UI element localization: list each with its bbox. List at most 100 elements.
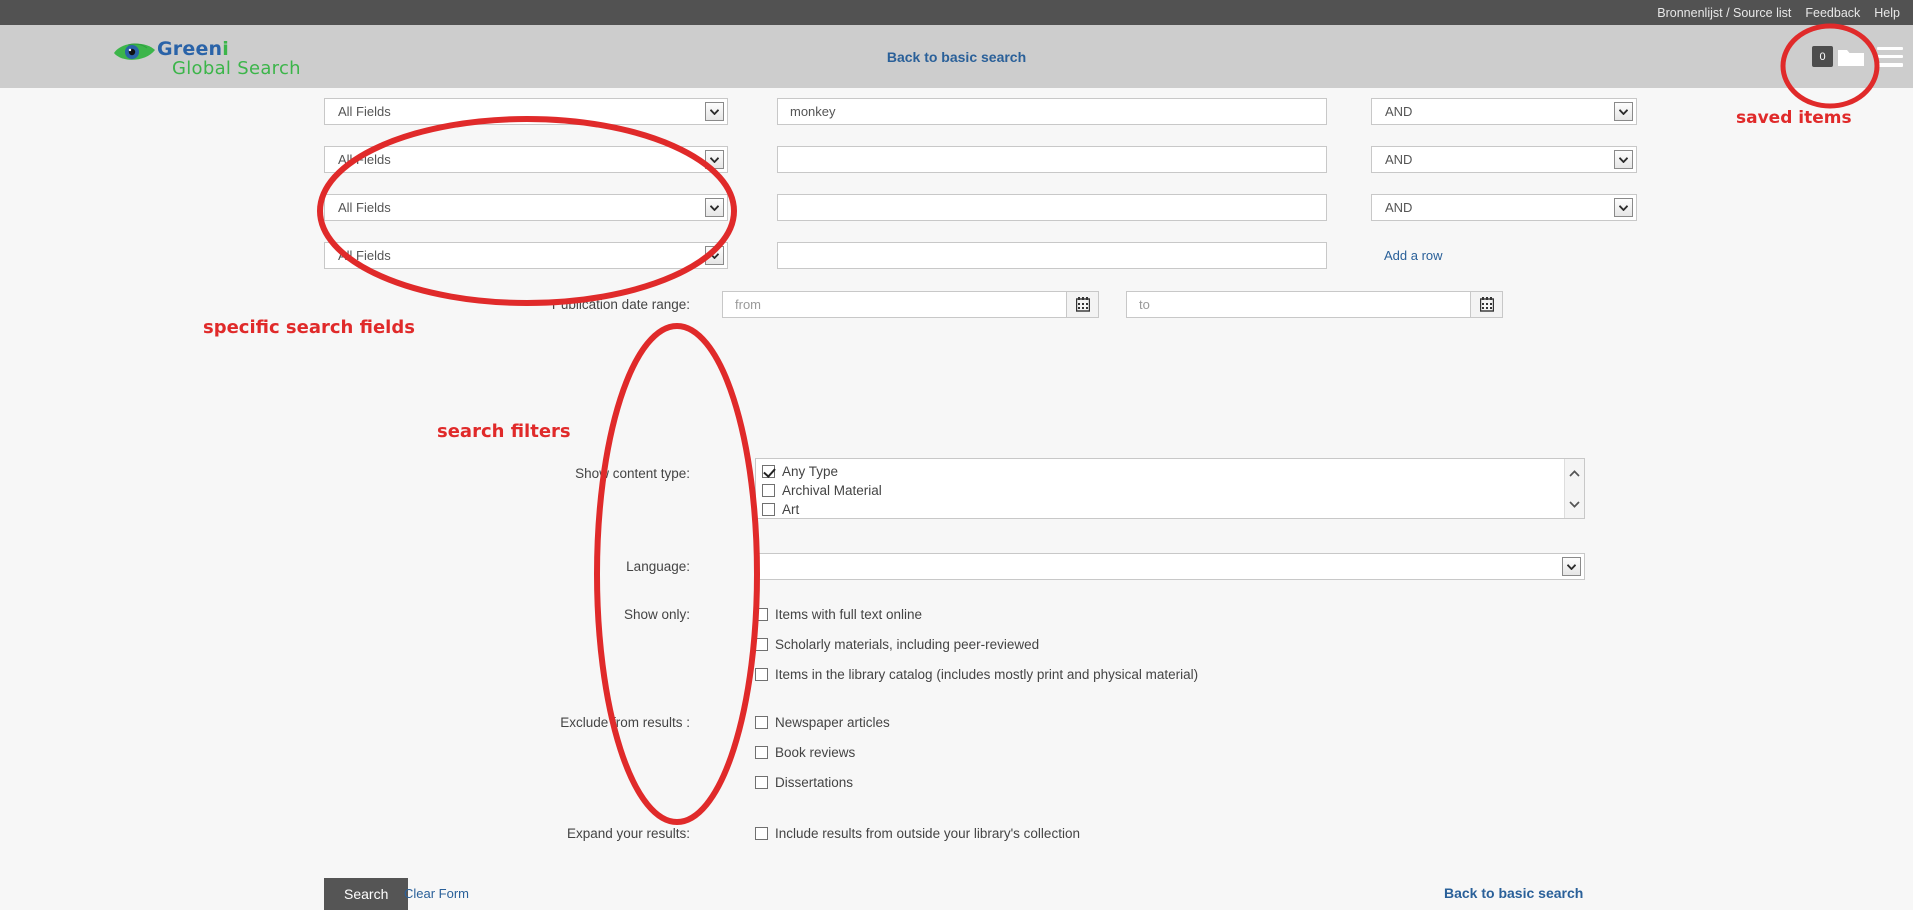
annotation-label-search-filters: search filters <box>437 421 571 442</box>
search-term-input-1[interactable]: monkey <box>777 98 1327 125</box>
header-right-controls: 0 <box>1812 25 1903 88</box>
checkbox-newspaper-articles[interactable] <box>755 716 768 729</box>
operator-select-2-value: AND <box>1385 152 1413 167</box>
checkbox-library-catalog[interactable] <box>755 668 768 681</box>
content-type-option-any-type[interactable]: Any Type <box>756 459 1584 479</box>
operator-select-1-value: AND <box>1385 104 1413 119</box>
content-type-option-label: Any Type <box>782 464 839 479</box>
folder-icon <box>1837 46 1865 68</box>
search-term-input-2[interactable] <box>777 146 1327 173</box>
expand-options: Include results from outside your librar… <box>755 826 1080 841</box>
field-select-2[interactable]: All Fields <box>324 146 728 173</box>
topbar-link-source-list[interactable]: Bronnenlijst / Source list <box>1657 6 1791 20</box>
field-select-3-value: All Fields <box>338 200 391 215</box>
show-only-option-scholarly[interactable]: Scholarly materials, including peer-revi… <box>755 637 1198 652</box>
show-only-option-full-text[interactable]: Items with full text online <box>755 607 1198 622</box>
operator-select-3[interactable]: AND <box>1371 194 1637 221</box>
language-label: Language: <box>626 559 690 574</box>
annotation-label-specific-search-fields: specific search fields <box>203 317 415 338</box>
search-row-3: All Fields AND <box>324 194 1637 221</box>
chevron-down-icon[interactable] <box>1614 102 1633 121</box>
language-select[interactable] <box>755 553 1585 580</box>
advanced-search-form: All Fields monkey AND All Fields AND All… <box>0 88 1913 910</box>
annotation-label-saved-items: saved items <box>1736 108 1852 128</box>
show-only-option-label: Items with full text online <box>775 607 923 622</box>
checkbox-full-text-online[interactable] <box>755 608 768 621</box>
checkbox-any-type[interactable] <box>762 465 775 478</box>
search-term-input-4[interactable] <box>777 242 1327 269</box>
show-content-type-label: Show content type: <box>575 466 690 481</box>
publication-date-range-label: Publication date range: <box>551 297 690 312</box>
search-term-1-value: monkey <box>790 104 836 119</box>
show-only-option-label: Scholarly materials, including peer-revi… <box>775 637 1040 652</box>
operator-select-1[interactable]: AND <box>1371 98 1637 125</box>
chevron-down-icon[interactable] <box>1614 150 1633 169</box>
add-a-row-link[interactable]: Add a row <box>1384 248 1443 263</box>
date-to-value: to <box>1139 297 1150 312</box>
chevron-down-icon[interactable] <box>705 102 724 121</box>
utility-topbar: Bronnenlijst / Source list Feedback Help <box>0 0 1913 25</box>
field-select-1[interactable]: All Fields <box>324 98 728 125</box>
exclude-option-label: Newspaper articles <box>775 715 890 730</box>
scroll-up-icon[interactable] <box>1569 464 1580 482</box>
expand-your-results-label: Expand your results: <box>566 826 690 841</box>
chevron-down-icon[interactable] <box>705 198 724 217</box>
expand-option-label: Include results from outside your librar… <box>775 826 1080 841</box>
field-select-4[interactable]: All Fields <box>324 242 728 269</box>
search-term-input-3[interactable] <box>777 194 1327 221</box>
content-type-option-art[interactable]: Art <box>756 498 1584 517</box>
checkbox-dissertations[interactable] <box>755 776 768 789</box>
show-only-option-label: Items in the library catalog (includes m… <box>775 667 1199 682</box>
date-from-value: from <box>735 297 761 312</box>
content-type-option-label: Art <box>782 502 800 517</box>
operator-select-3-value: AND <box>1385 200 1413 215</box>
exclude-option-label: Book reviews <box>775 745 856 760</box>
search-row-4: All Fields Add a row <box>324 242 1443 269</box>
search-row-1: All Fields monkey AND <box>324 98 1637 125</box>
chevron-down-icon[interactable] <box>705 246 724 265</box>
search-button[interactable]: Search <box>324 878 409 910</box>
clear-form-link[interactable]: Clear Form <box>404 886 469 901</box>
menu-hamburger-icon[interactable] <box>1877 46 1903 67</box>
content-type-listbox[interactable]: Any Type Archival Material Art <box>755 458 1585 519</box>
saved-items-button[interactable]: 0 <box>1812 46 1865 68</box>
show-only-options: Items with full text online Scholarly ma… <box>755 607 1198 682</box>
publication-date-range-row: Publication date range: from to <box>430 291 1503 318</box>
content-type-scrollbar[interactable] <box>1564 459 1584 518</box>
show-only-option-library-catalog[interactable]: Items in the library catalog (includes m… <box>755 667 1198 682</box>
field-select-1-value: All Fields <box>338 104 391 119</box>
header-center: Back to basic search <box>0 49 1913 65</box>
checkbox-scholarly-materials[interactable] <box>755 638 768 651</box>
operator-select-2[interactable]: AND <box>1371 146 1637 173</box>
checkbox-archival-material[interactable] <box>762 484 775 497</box>
date-from-input[interactable]: from <box>722 291 1067 318</box>
site-header: Greeni Global Search Back to basic searc… <box>0 25 1913 88</box>
chevron-down-icon[interactable] <box>705 150 724 169</box>
date-to-input[interactable]: to <box>1126 291 1471 318</box>
chevron-down-icon[interactable] <box>1614 198 1633 217</box>
exclude-from-results-label: Exclude from results : <box>560 715 690 730</box>
exclude-option-label: Dissertations <box>775 775 854 790</box>
exclude-option-dissertations[interactable]: Dissertations <box>755 775 890 790</box>
calendar-icon-from[interactable] <box>1067 291 1099 318</box>
field-select-2-value: All Fields <box>338 152 391 167</box>
topbar-link-feedback[interactable]: Feedback <box>1805 6 1860 20</box>
saved-items-count-badge: 0 <box>1812 46 1833 67</box>
content-type-option-label: Archival Material <box>782 483 882 498</box>
checkbox-outside-library-collection[interactable] <box>755 827 768 840</box>
field-select-3[interactable]: All Fields <box>324 194 728 221</box>
calendar-icon-to[interactable] <box>1471 291 1503 318</box>
topbar-link-help[interactable]: Help <box>1874 6 1900 20</box>
scroll-down-icon[interactable] <box>1569 495 1580 513</box>
back-to-basic-search-bottom-link[interactable]: Back to basic search <box>1444 885 1583 901</box>
back-to-basic-search-top-link[interactable]: Back to basic search <box>887 49 1026 65</box>
content-type-option-archival-material[interactable]: Archival Material <box>756 479 1584 498</box>
checkbox-book-reviews[interactable] <box>755 746 768 759</box>
exclude-options: Newspaper articles Book reviews Disserta… <box>755 715 890 790</box>
checkbox-art[interactable] <box>762 503 775 516</box>
chevron-down-icon[interactable] <box>1562 557 1581 576</box>
expand-option-outside-collection[interactable]: Include results from outside your librar… <box>755 826 1080 841</box>
language-row: Language: <box>430 553 1585 580</box>
exclude-option-newspaper-articles[interactable]: Newspaper articles <box>755 715 890 730</box>
exclude-option-book-reviews[interactable]: Book reviews <box>755 745 890 760</box>
